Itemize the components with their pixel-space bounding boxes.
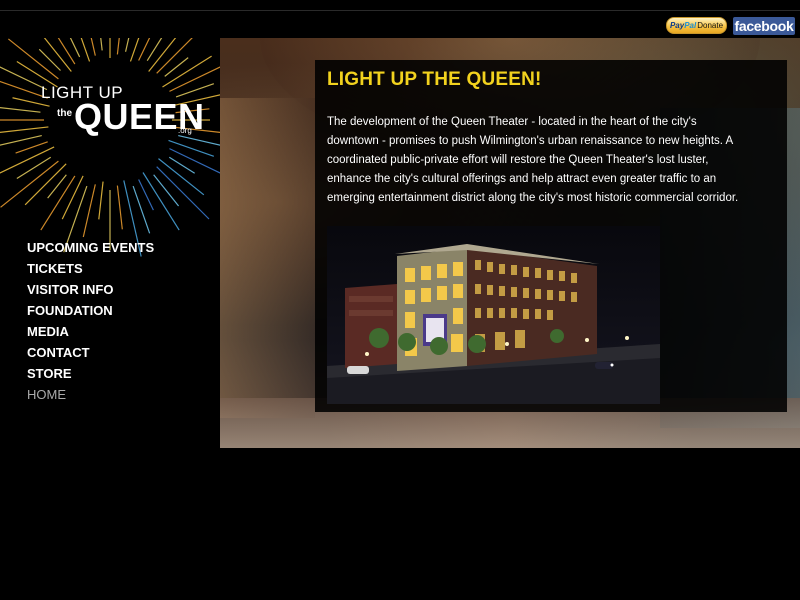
- facebook-button[interactable]: facebook: [733, 17, 795, 35]
- starburst-ray: [0, 107, 41, 113]
- starburst-ray: [132, 185, 151, 234]
- starburst-ray: [124, 38, 130, 52]
- starburst-ray: [0, 126, 49, 133]
- starburst-graphic: [0, 38, 220, 257]
- starburst-ray: [168, 139, 215, 157]
- hero-background: LIGHT UP THE QUEEN! The development of t…: [220, 38, 800, 448]
- starburst-ray: [129, 38, 140, 62]
- sidebar: LIGHT UP the QUEEN .org UPCOMING EVENTS …: [0, 38, 220, 448]
- nav-item-contact[interactable]: CONTACT: [27, 344, 154, 365]
- starburst-ray: [116, 38, 120, 55]
- starburst-ray: [16, 156, 52, 180]
- page-title: LIGHT UP THE QUEEN!: [327, 69, 542, 90]
- starburst-ray: [138, 179, 154, 211]
- nav-item-upcoming-events[interactable]: UPCOMING EVENTS: [27, 239, 154, 260]
- paypal-donate-button[interactable]: PayPalDonate: [666, 17, 727, 34]
- starburst-ray: [15, 141, 48, 154]
- paypal-wordmark-pay: Pay: [669, 21, 685, 30]
- donate-label: Donate: [697, 21, 724, 30]
- starburst-ray: [90, 38, 96, 56]
- starburst-ray: [156, 38, 193, 74]
- starburst-ray: [38, 48, 61, 71]
- ruined-wall-left: [220, 98, 315, 418]
- site-logo[interactable]: LIGHT UP the QUEEN .org: [0, 38, 220, 268]
- paypal-wordmark-pal: Pal: [684, 21, 697, 30]
- nav-item-home[interactable]: HOME: [27, 386, 154, 407]
- starburst-ray: [43, 38, 72, 72]
- logo-the-text: the: [57, 108, 72, 119]
- starburst-ray: [100, 38, 103, 51]
- nav-item-visitor-info[interactable]: VISITOR INFO: [27, 281, 154, 302]
- starburst-ray: [169, 66, 220, 92]
- header-divider: [0, 10, 800, 11]
- starburst-ray: [153, 174, 180, 207]
- main-nav: UPCOMING EVENTS TICKETS VISITOR INFO FOU…: [27, 239, 154, 407]
- nav-item-media[interactable]: MEDIA: [27, 323, 154, 344]
- nav-item-foundation[interactable]: FOUNDATION: [27, 302, 154, 323]
- intro-paragraph: The development of the Queen Theater - l…: [327, 116, 739, 204]
- content-panel: LIGHT UP THE QUEEN! The development of t…: [315, 60, 787, 412]
- starburst-ray: [142, 172, 180, 231]
- nav-item-tickets[interactable]: TICKETS: [27, 260, 154, 281]
- starburst-ray: [0, 134, 42, 146]
- logo-org-text: .org: [178, 126, 192, 135]
- starburst-ray: [138, 38, 151, 61]
- starburst-ray: [98, 181, 104, 220]
- starburst-ray: [116, 185, 123, 230]
- nav-item-store[interactable]: STORE: [27, 365, 154, 386]
- starburst-ray: [61, 175, 84, 220]
- theater-rendering-image: [327, 226, 660, 404]
